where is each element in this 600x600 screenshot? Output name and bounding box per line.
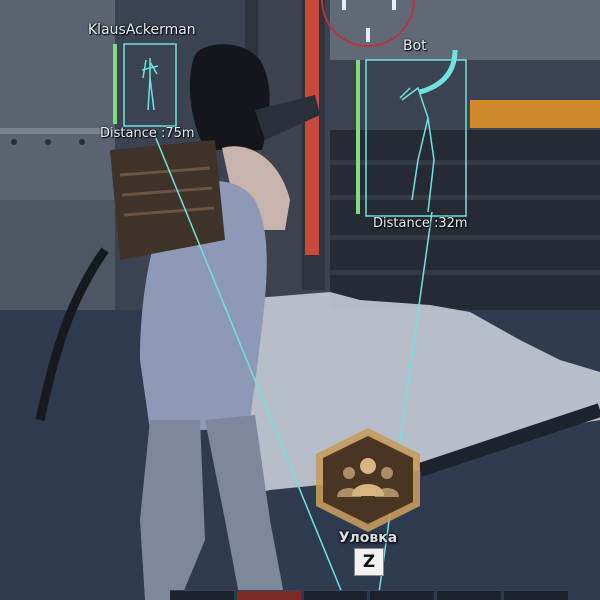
character-weapon [110,140,225,260]
game-scene [0,0,600,600]
stair-step [330,270,600,275]
compass-tick [392,0,396,10]
esp-health-bar [356,60,360,214]
hotbar-slot[interactable] [370,590,435,600]
stair-step [330,195,600,200]
character-hair [189,44,270,150]
wall-bolt [79,139,85,145]
hotbar-slot[interactable] [504,590,568,600]
wall-bolt [45,139,51,145]
wall-trim [0,128,115,134]
stair-step [330,235,600,240]
right-wall-orange-stripe [470,100,600,128]
ability-label: Уловка [338,530,398,546]
hotbar-slot[interactable] [170,590,234,600]
door-red-trim [305,0,319,255]
hotbar-slot[interactable] [303,590,368,600]
wall-bolt [11,139,17,145]
compass-marker [366,28,370,42]
hotbar [170,590,568,600]
compass-tick [342,0,346,10]
hotbar-slot-active[interactable] [236,590,301,600]
esp-distance-bot: Distance :32m [373,216,468,231]
ability-key-badge: Z [354,548,384,576]
esp-health-bar [113,44,117,124]
esp-name-klausackerman: KlausAckerman [88,22,196,38]
esp-distance-klausackerman: Distance :75m [100,126,195,141]
hotbar-slot[interactable] [437,590,502,600]
stair-step [330,160,600,165]
right-wall-upper [330,0,600,60]
esp-name-bot: Bot [403,38,427,54]
